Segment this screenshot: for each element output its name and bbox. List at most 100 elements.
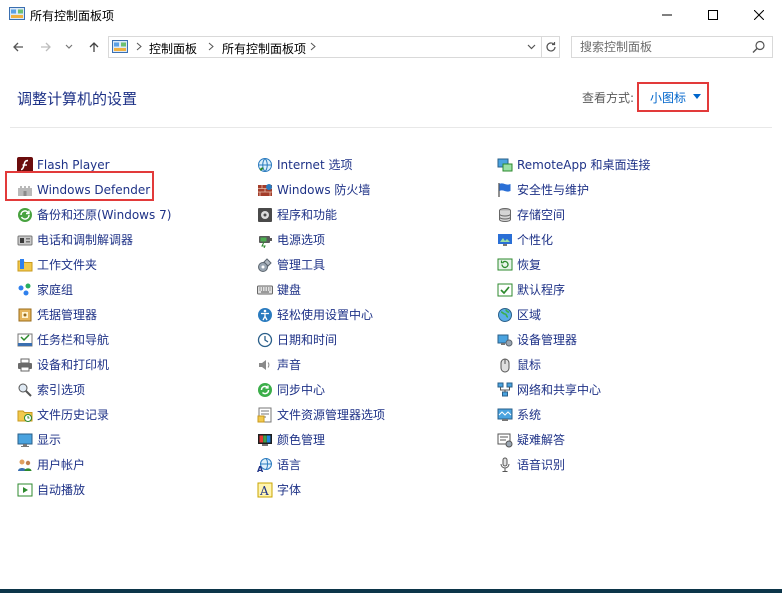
taskbar-icon <box>17 333 33 346</box>
control-panel-item[interactable]: 家庭组 <box>17 277 171 302</box>
svg-text:A: A <box>257 465 264 473</box>
control-panel-item[interactable]: 任务栏和导航 <box>17 327 171 352</box>
control-panel-item[interactable]: 恢复 <box>497 252 651 277</box>
arrow-left-icon <box>13 42 23 52</box>
control-panel-item[interactable]: 索引选项 <box>17 377 171 402</box>
arrow-right-icon <box>41 42 51 52</box>
recent-locations-button[interactable] <box>62 37 76 57</box>
control-panel-item[interactable]: 备份和还原(Windows 7) <box>17 202 171 227</box>
control-panel-item-label: 轻松使用设置中心 <box>277 307 374 322</box>
control-panel-item[interactable]: 文件资源管理器选项 <box>257 402 385 427</box>
view-by-label: 查看方式: <box>582 91 635 105</box>
speaker-icon <box>259 359 270 370</box>
control-panel-item[interactable]: 安全性与维护 <box>497 177 651 202</box>
control-panel-item[interactable]: 网络和共享中心 <box>497 377 651 402</box>
control-panel-item[interactable]: 文件历史记录 <box>17 402 171 427</box>
control-panel-item[interactable]: 日期和时间 <box>257 327 385 352</box>
control-panel-item[interactable]: 语音识别 <box>497 452 651 477</box>
breadcrumb-all-items[interactable]: 所有控制面板项 <box>222 40 306 57</box>
control-panel-icon <box>112 40 128 53</box>
control-panel-item[interactable]: Flash Player <box>17 152 171 177</box>
control-panel-item-label: 显示 <box>37 432 62 447</box>
control-panel-item-label: 自动播放 <box>37 482 86 497</box>
remoteapp-icon <box>497 158 513 171</box>
control-panel-item[interactable]: 程序和功能 <box>257 202 385 227</box>
control-panel-item-label: 电话和调制解调器 <box>37 232 134 247</box>
control-panel-item[interactable]: 设备和打印机 <box>17 352 171 377</box>
control-panel-item[interactable]: 轻松使用设置中心 <box>257 302 385 327</box>
file-history-icon <box>17 410 33 422</box>
control-panel-item-label: 默认程序 <box>517 282 566 297</box>
up-button[interactable] <box>84 37 104 57</box>
control-panel-item[interactable]: 疑难解答 <box>497 427 651 452</box>
arrow-up-icon <box>89 42 99 52</box>
device-manager-icon <box>497 334 513 346</box>
back-button[interactable] <box>8 37 28 57</box>
minimize-button[interactable] <box>644 0 690 30</box>
autoplay-icon <box>17 483 33 496</box>
close-button[interactable] <box>736 0 782 30</box>
control-panel-item[interactable]: 声音 <box>257 352 385 377</box>
control-panel-item[interactable]: 区域 <box>497 302 651 327</box>
control-panel-item-label: 同步中心 <box>277 382 326 397</box>
search-icon[interactable] <box>752 40 766 54</box>
maximize-button[interactable] <box>690 0 736 30</box>
control-panel-item-label: 任务栏和导航 <box>37 332 110 347</box>
control-panel-item-label: Windows 防火墙 <box>277 182 371 197</box>
defender-castle-icon <box>18 185 32 196</box>
view-by-dropdown[interactable]: 小图标 <box>637 82 709 112</box>
control-panel-item[interactable]: 显示 <box>17 427 171 452</box>
color-management-icon <box>258 433 272 446</box>
items-column-3: RemoteApp 和桌面连接安全性与维护 存储空间 个性化 恢复默认程序区域设备管理… <box>497 152 651 477</box>
control-panel-item-label: 网络和共享中心 <box>517 382 602 397</box>
control-panel-item[interactable]: 管理工具 <box>257 252 385 277</box>
control-panel-item[interactable]: A 字体 <box>257 477 385 502</box>
search-input[interactable] <box>571 36 773 58</box>
default-programs-icon <box>497 283 513 296</box>
control-panel-item[interactable]: 键盘 <box>257 277 385 302</box>
control-panel-item[interactable]: 系统 <box>497 402 651 427</box>
control-panel-item[interactable]: 电源选项 <box>257 227 385 252</box>
control-panel-item[interactable]: RemoteApp 和桌面连接 <box>497 152 651 177</box>
control-panel-item[interactable]: Windows Defender <box>17 177 171 202</box>
control-panel-item[interactable]: Internet 选项 <box>257 152 385 177</box>
flash-icon <box>17 156 33 173</box>
control-panel-item[interactable]: 用户帐户 <box>17 452 171 477</box>
control-panel-item[interactable]: 鼠标 <box>497 352 651 377</box>
divider <box>10 127 772 128</box>
refresh-button[interactable] <box>541 37 560 57</box>
control-panel-item-label: 家庭组 <box>37 282 74 297</box>
navigation-bar: 控制面板 所有控制面板项 <box>0 32 782 62</box>
control-panel-item[interactable]: 颜色管理 <box>257 427 385 452</box>
control-panel-item[interactable]: Windows 防火墙 <box>257 177 385 202</box>
control-panel-item-label: 设备管理器 <box>517 332 578 347</box>
control-panel-item-label: 语言 <box>277 457 302 472</box>
forward-button[interactable] <box>36 37 56 57</box>
ease-of-access-icon <box>258 307 272 322</box>
recovery-icon <box>497 258 513 270</box>
control-panel-item[interactable]: 自动播放 <box>17 477 171 502</box>
control-panel-item[interactable]: 凭据管理器 <box>17 302 171 327</box>
control-panel-item[interactable]: 工作文件夹 <box>17 252 171 277</box>
control-panel-item-label: RemoteApp 和桌面连接 <box>517 157 651 172</box>
homegroup-icon <box>18 283 31 295</box>
window-title: 所有控制面板项 <box>30 9 115 23</box>
control-panel-item[interactable]: 存储空间 <box>497 202 651 227</box>
control-panel-item-label: 鼠标 <box>517 357 542 372</box>
credential-icon <box>18 308 32 321</box>
control-panel-item-label: 电源选项 <box>277 232 326 247</box>
troubleshooting-icon <box>497 433 513 447</box>
programs-icon <box>258 207 272 222</box>
address-dropdown-button[interactable] <box>521 37 541 57</box>
control-panel-item[interactable]: 个性化 <box>497 227 651 252</box>
control-panel-item[interactable]: 同步中心 <box>257 377 385 402</box>
region-globe-icon <box>498 307 512 322</box>
control-panel-item[interactable]: 设备管理器 <box>497 327 651 352</box>
control-panel-item-label: 区域 <box>517 307 542 322</box>
control-panel-item[interactable]: 电话和调制解调器 <box>17 227 171 252</box>
breadcrumb-control-panel[interactable]: 控制面板 <box>149 40 197 57</box>
flag-icon <box>498 182 511 197</box>
control-panel-item[interactable]: 默认程序 <box>497 277 651 302</box>
address-bar[interactable]: 控制面板 所有控制面板项 <box>108 36 560 58</box>
control-panel-item[interactable]: A 语言 <box>257 452 385 477</box>
